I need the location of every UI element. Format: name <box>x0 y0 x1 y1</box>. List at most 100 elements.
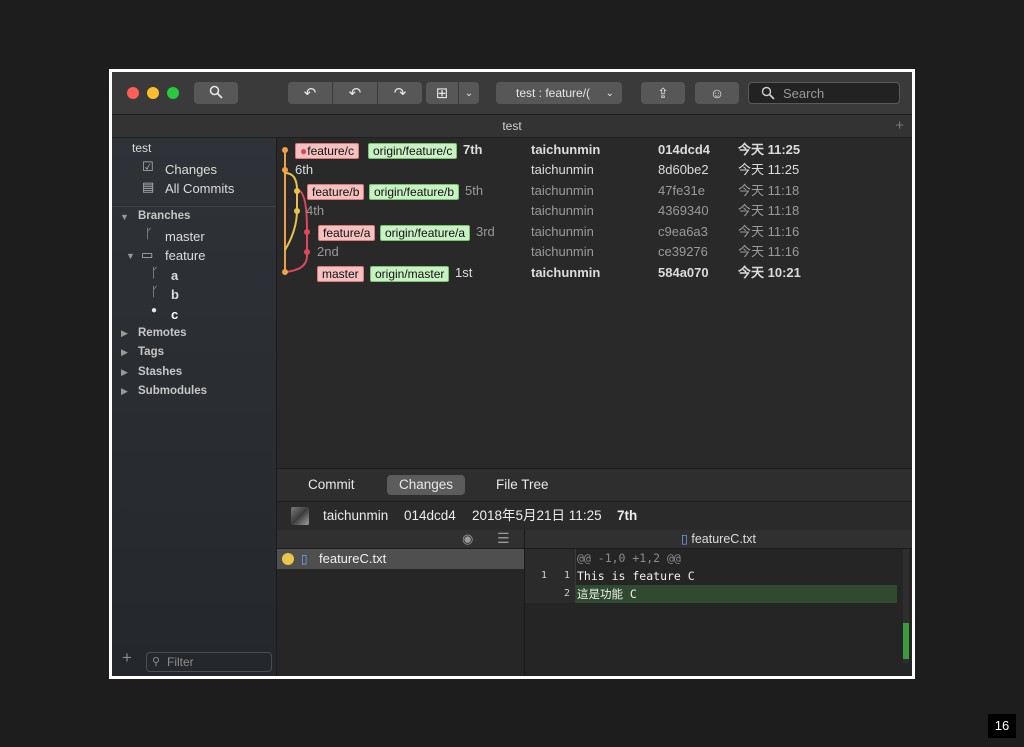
remote-tag: origin/feature/c <box>368 143 458 159</box>
filter-input[interactable]: ⚲ Filter <box>146 652 272 672</box>
commit-hash: 47fe31e <box>658 183 705 198</box>
add-icon[interactable]: + <box>122 648 132 668</box>
diff-panel: ▯ featureC.txt @@ -1,0 +1,2 @@ 1 1 This … <box>525 530 912 676</box>
fetch-button[interactable]: ↶ <box>288 82 333 104</box>
collapsed-arrow-icon[interactable]: ▶ <box>121 328 128 339</box>
branch-icon: ᚴ <box>145 226 153 241</box>
stashes-header[interactable]: Stashes <box>138 366 182 378</box>
tab-changes[interactable]: Changes <box>387 475 466 495</box>
repo-title-bar: test + <box>112 115 912 138</box>
commit-author: taichunmin <box>531 244 594 259</box>
submodules-header[interactable]: Submodules <box>138 385 207 397</box>
commit-row[interactable]: master origin/master 1st taichunmin 584a… <box>277 263 912 283</box>
push-button[interactable]: ↷ <box>378 82 422 104</box>
diff-line-text: This is feature C <box>577 569 695 583</box>
commit-date: 今天 11:25 <box>738 162 800 177</box>
chevron-down-icon: ⌄ <box>464 87 474 99</box>
commit-message: 4th <box>306 203 325 218</box>
share-button[interactable]: ⇪ <box>641 82 685 104</box>
remote-tag: origin/feature/a <box>380 225 471 241</box>
tags-header[interactable]: Tags <box>138 346 164 358</box>
commit-message: 2nd <box>317 244 339 259</box>
tab-file-tree[interactable]: File Tree <box>484 475 561 495</box>
old-line-number: 1 <box>541 570 548 581</box>
sidebar-item-branch-a[interactable]: a <box>171 268 178 283</box>
changed-files-panel: ◉ ☰ ▯ featureC.txt <box>277 530 525 676</box>
expanded-arrow-icon[interactable]: ▼ <box>120 212 129 222</box>
detail-tabs: Commit Changes File Tree <box>277 468 912 501</box>
commit-row[interactable]: feature/a origin/feature/a 3rd taichunmi… <box>277 222 912 242</box>
commit-date: 今天 11:25 <box>738 142 801 157</box>
commit-date: 今天 10:21 <box>738 265 801 280</box>
branch-selector[interactable]: test : feature/( ⌄ <box>496 82 622 104</box>
stash-dropdown-button[interactable]: ⌄ <box>459 82 479 104</box>
close-window-button[interactable] <box>127 87 139 99</box>
sidebar-item-branch-c[interactable]: c <box>171 307 178 322</box>
file-icon: ▯ <box>301 552 308 566</box>
line-gutter <box>525 549 576 567</box>
expanded-arrow-icon[interactable]: ▼ <box>126 251 135 261</box>
collapsed-arrow-icon[interactable]: ▶ <box>121 386 128 397</box>
list-icon[interactable]: ☰ <box>497 530 510 547</box>
commit-row[interactable]: ●feature/c origin/feature/c 7th taichunm… <box>277 140 912 160</box>
tab-commit[interactable]: Commit <box>296 475 367 495</box>
sidebar-item-changes[interactable]: Changes <box>165 162 217 177</box>
pull-button[interactable]: ↶ <box>333 82 378 104</box>
all-commits-icon: ▤ <box>142 179 155 194</box>
window-title: test <box>502 119 522 133</box>
emoji-button[interactable]: ☺ <box>695 82 739 104</box>
remote-tag: origin/master <box>370 266 450 282</box>
branches-header[interactable]: Branches <box>138 210 190 222</box>
eye-icon[interactable]: ◉ <box>462 531 473 547</box>
collapsed-arrow-icon[interactable]: ▶ <box>121 347 128 358</box>
magnifier-icon <box>209 85 223 102</box>
filter-placeholder: Filter <box>167 655 194 669</box>
search-input[interactable]: Search <box>748 82 900 104</box>
sidebar-item-feature-folder[interactable]: feature <box>165 248 205 263</box>
toolbar: ↶ ↶ ↷ ⊞ ⌄ test : feature/( ⌄ ⇪ ☺ Search <box>112 72 912 115</box>
add-tab-icon[interactable]: + <box>895 115 904 137</box>
remotes-header[interactable]: Remotes <box>138 327 187 339</box>
commit-row[interactable]: 2nd taichunmin ce39276 今天 11:16 <box>277 242 912 262</box>
branch-tag: feature/a <box>318 225 376 241</box>
commit-hash: c9ea6a3 <box>658 224 708 239</box>
commit-date: 今天 11:16 <box>738 224 800 239</box>
diff-line-added: 2 這是功能 C <box>525 585 897 603</box>
diff-hunk-line: @@ -1,0 +1,2 @@ <box>525 549 897 567</box>
sidebar-divider <box>112 206 276 207</box>
commit-info-message: 7th <box>617 508 638 523</box>
chevron-down-icon: ⌄ <box>605 87 614 99</box>
commit-hash: 8d60be2 <box>658 162 709 177</box>
zoom-window-button[interactable] <box>167 87 179 99</box>
commit-info-hash: 014dcd4 <box>404 508 456 523</box>
commit-row[interactable]: 4th taichunmin 4369340 今天 11:18 <box>277 201 912 221</box>
commit-info-bar: taichunmin 014dcd4 2018年5月21日 11:25 7th <box>277 501 912 530</box>
file-name: featureC.txt <box>319 551 387 566</box>
stash-button[interactable]: ⊞ <box>426 82 459 104</box>
filter-search-icon: ⚲ <box>152 656 161 668</box>
commit-row[interactable]: 6th taichunmin 8d60be2 今天 11:25 <box>277 160 912 180</box>
folder-icon: ▭ <box>141 247 154 262</box>
commit-author: taichunmin <box>531 162 594 177</box>
share-icon: ⇪ <box>657 84 669 101</box>
commit-author: taichunmin <box>531 224 594 239</box>
diff-file-name: featureC.txt <box>691 532 756 546</box>
minimize-window-button[interactable] <box>147 87 159 99</box>
collapsed-arrow-icon[interactable]: ▶ <box>121 367 128 378</box>
remote-tag: origin/feature/b <box>369 184 460 200</box>
sidebar-item-master[interactable]: master <box>165 229 205 244</box>
slide-page-number: 16 <box>988 714 1016 738</box>
file-row[interactable]: ▯ featureC.txt <box>277 549 524 569</box>
repo-name: test <box>132 141 152 155</box>
file-icon: ▯ <box>681 532 688 546</box>
commit-message: 7th <box>463 142 483 157</box>
commit-author: taichunmin <box>531 183 594 198</box>
fetch-icon: ↶ <box>303 85 317 102</box>
sidebar-item-branch-b[interactable]: b <box>171 287 179 302</box>
commit-row[interactable]: feature/b origin/feature/b 5th taichunmi… <box>277 181 912 201</box>
diff-scrollbar[interactable] <box>903 549 909 663</box>
search-toggle-button[interactable] <box>194 82 238 104</box>
sidebar-item-all-commits[interactable]: All Commits <box>165 181 234 196</box>
commit-hash: 014dcd4 <box>658 142 711 157</box>
new-line-number: 1 <box>564 570 571 581</box>
